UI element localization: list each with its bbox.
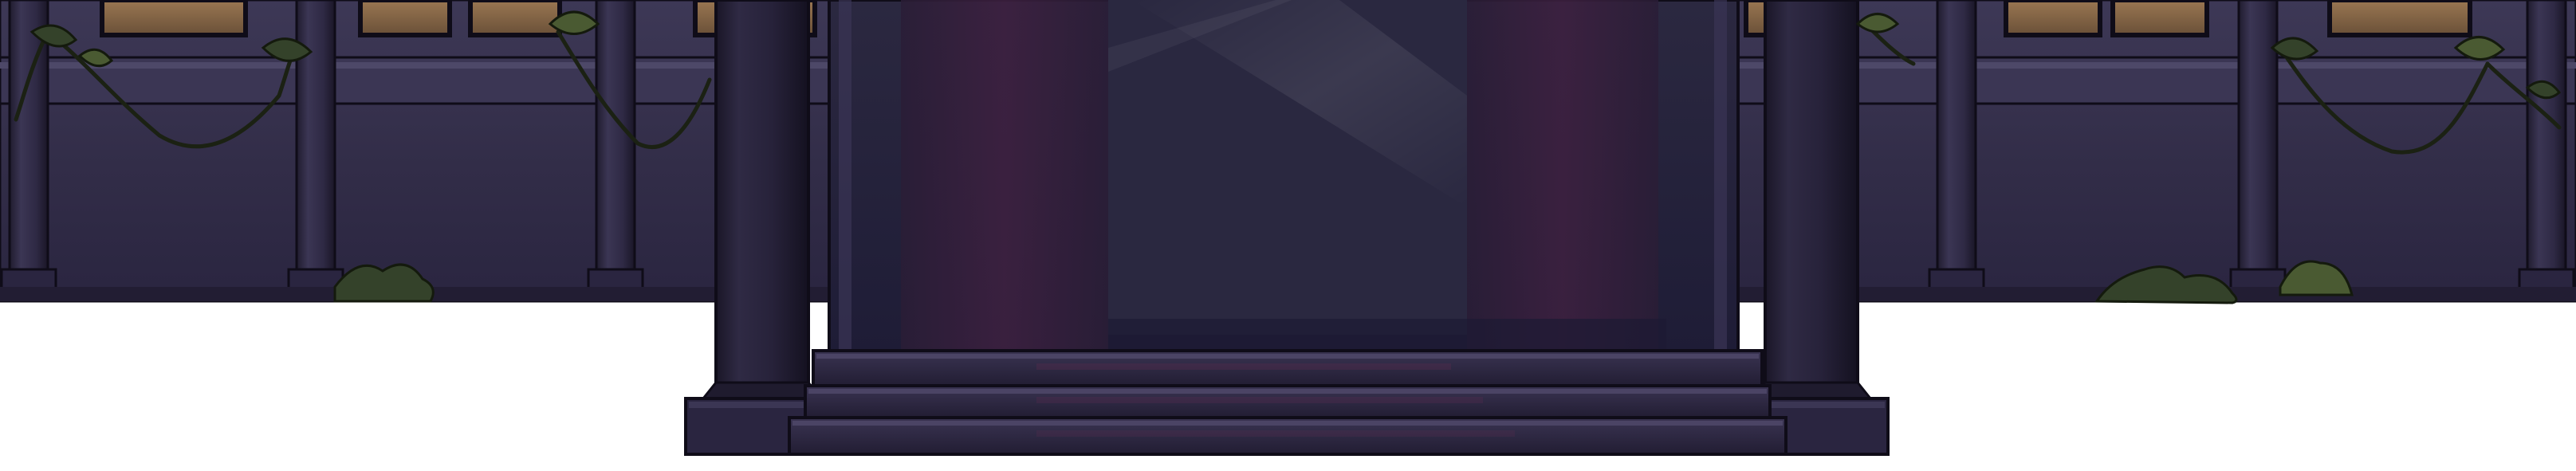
game-scene <box>0 0 2576 471</box>
facade-left-wing <box>0 0 831 303</box>
facade-right-wing <box>1736 0 2576 303</box>
entrance-steps <box>788 349 1787 456</box>
column-left <box>714 0 810 400</box>
facade-artwork <box>0 0 2576 456</box>
entrance-doorway <box>828 0 1740 360</box>
curtain-right <box>1467 0 1658 351</box>
curtain-left <box>901 0 1108 351</box>
column-right <box>1764 0 1859 400</box>
